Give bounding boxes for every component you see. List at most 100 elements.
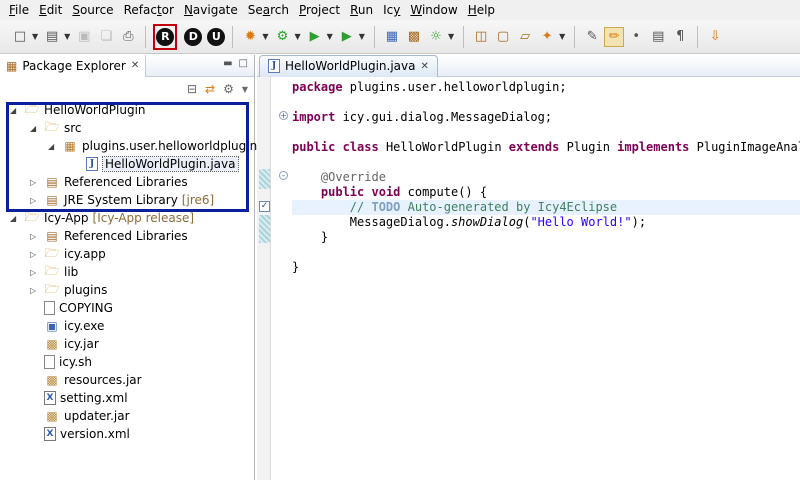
next-edit-icon[interactable]: ⇩ — [705, 27, 725, 47]
code-area[interactable]: package plugins.user.helloworldplugin; i… — [292, 77, 800, 480]
jar-icon: ▩ — [46, 373, 58, 387]
maximize-icon[interactable]: □ — [239, 58, 248, 69]
chevron-down-icon[interactable]: ▼ — [359, 32, 365, 41]
tree-item-resources-jar[interactable]: ▩ resources.jar — [30, 371, 142, 389]
chevron-down-icon[interactable]: ▼ — [327, 32, 333, 41]
menu-icy[interactable]: Icy — [378, 0, 405, 20]
menu-help[interactable]: Help — [463, 0, 500, 20]
tab-label: HelloWorldPlugin.java — [285, 59, 416, 73]
expand-fold-icon[interactable]: + — [279, 111, 288, 120]
tree-item-referenced-libraries[interactable]: ▷ ▤ Referenced Libraries — [30, 227, 188, 245]
new-class-icon[interactable]: ▩ — [404, 27, 424, 47]
tree-item-copying[interactable]: COPYING — [30, 299, 113, 317]
save-all-icon[interactable]: ❏ — [96, 27, 116, 47]
jar-icon: ▩ — [46, 337, 58, 351]
tree-item-lib[interactable]: ▷ 🗁 lib — [30, 263, 78, 281]
tree-label: plugins — [64, 283, 108, 297]
code-line: public class HelloWorldPlugin extends Pl… — [292, 140, 800, 154]
chevron-down-icon[interactable]: ▼ — [448, 32, 454, 41]
menu-edit[interactable]: Edit — [34, 0, 67, 20]
menu-refactor[interactable]: Refactor — [119, 0, 179, 20]
menu-project[interactable]: Project — [294, 0, 345, 20]
toggle-mark-occurrences-icon[interactable]: ✏ — [604, 26, 625, 47]
tree-item-icy-sh[interactable]: icy.sh — [30, 353, 92, 371]
chevron-down-icon[interactable]: ▼ — [294, 32, 300, 41]
icy-debug-d-button[interactable]: D — [184, 27, 203, 46]
icy-run-r-button[interactable]: R — [156, 27, 175, 46]
collapse-fold-icon[interactable]: – — [279, 171, 288, 180]
sun-plugin-icon[interactable]: ✹ — [240, 27, 260, 47]
collapse-arrow-icon[interactable]: ◢ — [10, 214, 20, 223]
tree-label: resources.jar — [64, 373, 142, 387]
code-line: MessageDialog.showDialog("Hello World!")… — [349, 215, 647, 229]
menu-window[interactable]: Window — [405, 0, 462, 20]
run-icon[interactable]: ▶ — [305, 27, 325, 47]
chevron-down-icon[interactable]: ▼ — [262, 32, 268, 41]
debug-bug-icon[interactable]: ⚙ — [272, 27, 292, 47]
new-icon[interactable]: □ — [10, 27, 30, 47]
tree-item-updater-jar[interactable]: ▩ updater.jar — [30, 407, 129, 425]
view-menu-icon[interactable]: ▼ — [242, 85, 248, 94]
expand-arrow-icon[interactable]: ▷ — [30, 286, 40, 295]
library-icon: ▤ — [46, 229, 58, 243]
open-resource-icon[interactable]: ▢ — [493, 27, 513, 47]
folder-icon: 🗁 — [44, 281, 60, 296]
save-icon[interactable]: ▣ — [74, 27, 94, 47]
tree-item-version-xml[interactable]: X version.xml — [30, 425, 130, 443]
tree-label: Icy-App — [44, 211, 89, 225]
new-type-icon[interactable]: ▤ — [42, 27, 62, 47]
print-icon[interactable]: ⎙ — [118, 27, 138, 47]
icy-update-u-button[interactable]: U — [207, 27, 226, 46]
expand-arrow-icon[interactable]: ▷ — [30, 232, 40, 241]
tree-item-setting-xml[interactable]: X setting.xml — [30, 389, 128, 407]
package-explorer-panel: ▦ Package Explorer ✕ ▬ □ ⊟ ⇄ ⚙ ▼ ◢ 🗁 Hel… — [0, 54, 257, 480]
link-with-editor-icon[interactable]: ⇄ — [205, 82, 215, 96]
expand-arrow-icon[interactable]: ▷ — [30, 268, 40, 277]
toolbar-separator — [373, 25, 375, 48]
tree-item-plugins[interactable]: ▷ 🗁 plugins — [30, 281, 107, 299]
view-controls: ▬ □ — [223, 58, 248, 69]
tree-label: COPYING — [59, 301, 113, 315]
open-folder-icon[interactable]: ▱ — [515, 27, 535, 47]
toolbar-separator — [697, 25, 699, 48]
new-java-icon[interactable]: ☼ — [426, 27, 446, 47]
tree-label: setting.xml — [60, 391, 128, 405]
close-icon[interactable]: ✕ — [421, 61, 429, 72]
minimize-icon[interactable]: ▬ — [223, 58, 232, 69]
occurrence-marker — [259, 169, 270, 189]
tab-package-explorer[interactable]: ▦ Package Explorer ✕ — [0, 54, 147, 77]
open-type-icon[interactable]: ◫ — [471, 27, 491, 47]
code-line: package plugins.user.helloworldplugin; — [292, 80, 567, 94]
next-annotation-icon[interactable]: ✎ — [582, 27, 602, 47]
tree-item-icy-app-folder[interactable]: ▷ 🗁 icy.app — [30, 245, 106, 263]
menu-search[interactable]: Search — [243, 0, 294, 20]
tab-helloworldplugin-java[interactable]: J HelloWorldPlugin.java ✕ — [259, 54, 438, 77]
tree-item-icy-jar[interactable]: ▩ icy.jar — [30, 335, 99, 353]
tree-item-icy-exe[interactable]: ▣ icy.exe — [30, 317, 104, 335]
code-line-current: // TODO Auto-generated by Icy4Eclipse — [292, 200, 800, 215]
expand-arrow-icon[interactable]: ▷ — [30, 250, 40, 259]
code-line: } — [320, 230, 329, 244]
chevron-down-icon[interactable]: ▼ — [64, 32, 70, 41]
tree-label: icy.jar — [64, 337, 99, 351]
block-selection-icon[interactable]: • — [626, 27, 646, 47]
collapse-all-icon[interactable]: ⊟ — [187, 82, 197, 96]
menu-source[interactable]: Source — [67, 0, 118, 20]
menu-run[interactable]: Run — [345, 0, 378, 20]
xml-icon: X — [44, 391, 56, 405]
jar-icon: ▩ — [46, 409, 58, 423]
chevron-down-icon[interactable]: ▼ — [32, 32, 38, 41]
run-external-icon[interactable]: ▶ — [337, 27, 357, 47]
task-marker-icon[interactable]: ✓ — [259, 201, 270, 212]
search-icon[interactable]: ✦ — [537, 27, 557, 47]
toolbar-separator — [463, 25, 465, 48]
chevron-down-icon[interactable]: ▼ — [559, 32, 565, 41]
filters-icon[interactable]: ⚙ — [223, 82, 234, 96]
new-package-icon[interactable]: ▦ — [382, 27, 402, 47]
menu-navigate[interactable]: Navigate — [179, 0, 243, 20]
menu-file[interactable]: File — [4, 0, 34, 20]
word-wrap-icon[interactable]: ▤ — [648, 27, 668, 47]
show-whitespace-icon[interactable]: ¶ — [670, 27, 690, 47]
close-icon[interactable]: ✕ — [131, 60, 139, 71]
xml-icon: X — [44, 427, 56, 441]
